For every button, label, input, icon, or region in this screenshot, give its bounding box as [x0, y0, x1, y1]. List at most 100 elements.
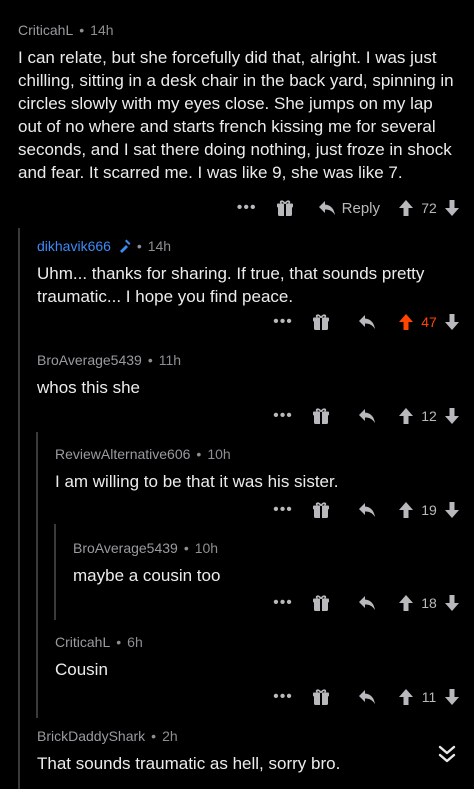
comment-actions: ••• 18	[268, 591, 460, 615]
username[interactable]: CriticahL	[18, 22, 73, 38]
thread-line	[18, 718, 20, 789]
reply-icon[interactable]	[344, 595, 390, 611]
reply-icon[interactable]	[344, 314, 390, 330]
separator: •	[183, 540, 189, 556]
downvote-icon[interactable]	[444, 199, 460, 217]
downvote-icon[interactable]	[444, 594, 460, 612]
gift-icon[interactable]	[298, 501, 344, 519]
username[interactable]: BroAverage5439	[73, 540, 178, 556]
thread-line	[18, 620, 20, 718]
timestamp: 14h	[147, 238, 172, 254]
comment-text: I can relate, but she forcefully did tha…	[18, 48, 454, 182]
thread-line	[36, 620, 38, 718]
comment-meta: CriticahL • 6h	[55, 634, 143, 650]
gift-icon[interactable]	[262, 199, 308, 217]
vote-count: 12	[421, 408, 437, 424]
separator: •	[147, 352, 153, 368]
vote-control: 72	[398, 199, 460, 217]
username[interactable]: BroAverage5439	[37, 352, 142, 368]
comment-actions: ••• 47	[268, 310, 460, 334]
upvote-icon[interactable]	[398, 594, 414, 612]
downvote-icon[interactable]	[444, 688, 460, 706]
more-icon[interactable]: •••	[232, 199, 262, 217]
username[interactable]: BrickDaddyShark	[37, 728, 145, 744]
upvote-icon[interactable]	[398, 501, 414, 519]
scroll-down-chevron-icon[interactable]	[434, 742, 460, 768]
timestamp: 10h	[194, 540, 219, 556]
comment-actions: ••• Reply 72	[232, 196, 460, 220]
separator: •	[116, 634, 122, 650]
vote-count: 72	[421, 200, 437, 216]
upvote-icon[interactable]	[398, 688, 414, 706]
comment-meta: dikhavik666 • 14h	[37, 238, 171, 254]
timestamp: 11h	[158, 352, 182, 368]
timestamp: 2h	[162, 728, 178, 744]
vote-control: 47	[398, 313, 460, 331]
thread-line	[36, 432, 38, 524]
timestamp: 6h	[127, 634, 143, 650]
upvote-icon[interactable]	[398, 199, 414, 217]
comment-actions: ••• 19	[268, 498, 460, 522]
downvote-icon[interactable]	[444, 313, 460, 331]
comment-text: Uhm... thanks for sharing. If true, that…	[37, 264, 425, 306]
comment-6: BrickDaddyShark • 2h That sounds traumatic…	[0, 718, 474, 789]
comment-meta: BrickDaddyShark • 2h	[37, 728, 178, 744]
vote-control: 19	[398, 501, 460, 519]
more-icon[interactable]: •••	[268, 594, 298, 612]
thread-line	[18, 228, 20, 332]
comment-3: ReviewAlternative606 • 10h I am willing to…	[0, 432, 474, 524]
timestamp: 10h	[207, 446, 231, 462]
more-icon[interactable]: •••	[268, 313, 298, 331]
reply-icon	[318, 201, 335, 215]
vote-count: 11	[421, 689, 437, 705]
comment-text: Cousin	[55, 660, 108, 679]
separator: •	[136, 238, 142, 254]
username[interactable]: ReviewAlternative606	[55, 446, 190, 462]
thread-line	[36, 524, 38, 620]
thread-line	[18, 524, 20, 620]
separator: •	[151, 728, 157, 744]
more-icon[interactable]: •••	[268, 407, 298, 425]
comment-text: whos this she	[37, 378, 140, 397]
comment-actions: ••• 12	[268, 404, 460, 428]
thread-line	[54, 524, 56, 620]
reply-icon[interactable]	[344, 408, 390, 424]
comment-1: dikhavik666 • 14h Uhm... thanks for shari…	[0, 228, 474, 332]
vote-count: 19	[421, 502, 437, 518]
comment-text: I am willing to be that it was his siste…	[55, 472, 339, 491]
vote-count: 18	[421, 595, 437, 611]
comment-actions: ••• 11	[268, 685, 460, 709]
reply-label: Reply	[341, 199, 380, 217]
gift-icon[interactable]	[298, 688, 344, 706]
thread-line	[18, 432, 20, 524]
reply-icon[interactable]	[344, 502, 390, 518]
comment-meta: BroAverage5439 • 11h	[37, 352, 181, 368]
upvote-icon[interactable]	[398, 407, 414, 425]
reply-button[interactable]: Reply	[308, 200, 390, 217]
downvote-icon[interactable]	[444, 501, 460, 519]
downvote-icon[interactable]	[444, 407, 460, 425]
comment-meta: BroAverage5439 • 10h	[73, 540, 218, 556]
separator: •	[196, 446, 202, 462]
username[interactable]: dikhavik666	[37, 238, 111, 254]
comment-meta: CriticahL • 14h	[18, 22, 114, 38]
vote-count: 47	[421, 314, 437, 330]
gift-icon[interactable]	[298, 313, 344, 331]
reply-icon[interactable]	[344, 689, 390, 705]
comment-2: BroAverage5439 • 11h whos this she ••• 12	[0, 332, 474, 432]
comment-text: That sounds traumatic as hell, sorry bro…	[37, 754, 341, 773]
more-icon[interactable]: •••	[268, 501, 298, 519]
gift-icon[interactable]	[298, 407, 344, 425]
separator: •	[79, 22, 85, 38]
gift-icon[interactable]	[298, 594, 344, 612]
username[interactable]: CriticahL	[55, 634, 110, 650]
vote-control: 11	[398, 688, 460, 706]
thread-line	[18, 332, 20, 432]
comment-4: BroAverage5439 • 10h maybe a cousin too ••…	[0, 524, 474, 620]
shield-icon	[119, 239, 131, 253]
comment-0: CriticahL • 14h I can relate, but she forc…	[0, 0, 474, 228]
upvote-icon[interactable]	[398, 313, 414, 331]
vote-control: 12	[398, 407, 460, 425]
comment-text: maybe a cousin too	[73, 566, 221, 585]
more-icon[interactable]: •••	[268, 688, 298, 706]
